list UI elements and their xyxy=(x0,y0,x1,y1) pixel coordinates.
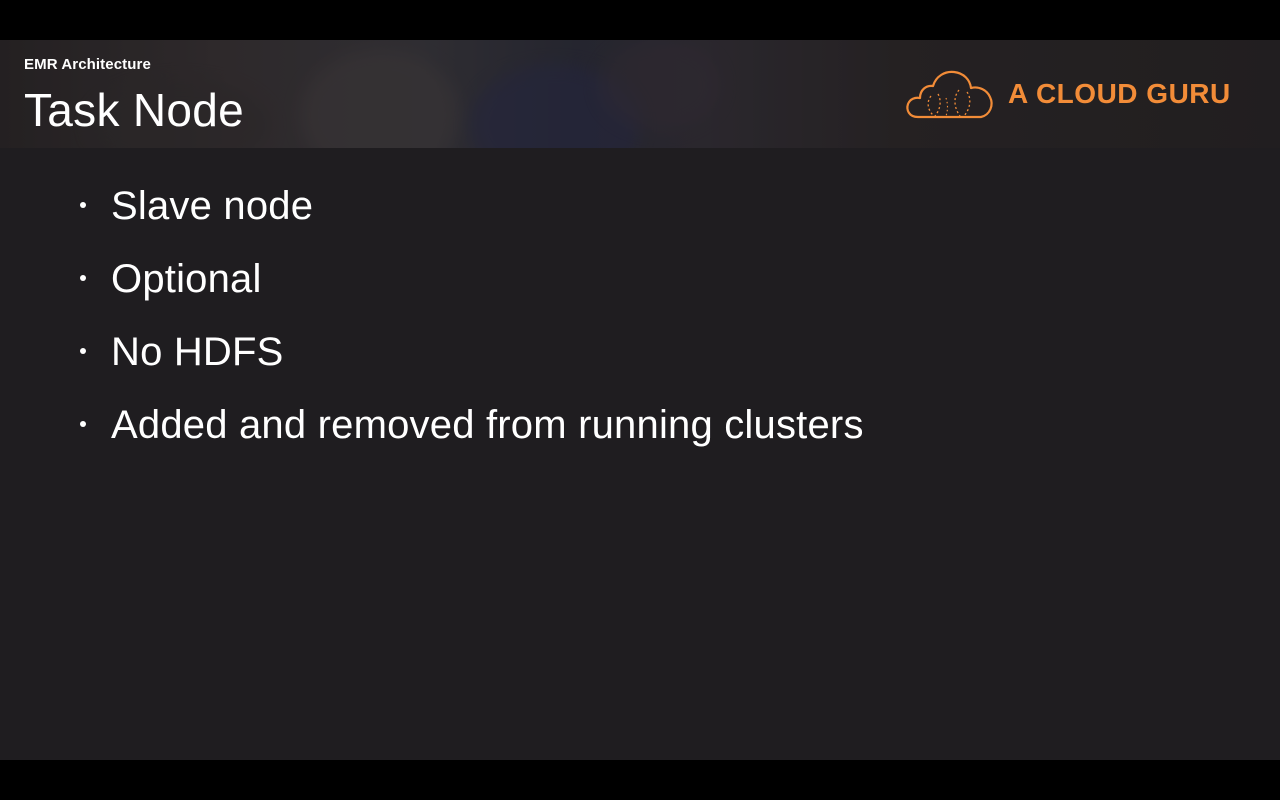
slide-header: EMR Architecture Task Node A CLOUD GURU xyxy=(0,40,1280,148)
brand-logo: A CLOUD GURU xyxy=(904,66,1231,122)
section-label: EMR Architecture xyxy=(24,56,151,73)
slide-title: Task Node xyxy=(24,84,245,136)
cloud-logo-icon xyxy=(906,70,993,119)
bullet-text: Optional xyxy=(111,257,262,301)
slide: EMR Architecture Task Node A CLOUD GURU … xyxy=(0,40,1280,760)
letterbox-top xyxy=(0,0,1280,40)
bullet-icon xyxy=(80,275,86,281)
bullet-icon xyxy=(80,348,86,354)
bullet-text: Added and removed from running clusters xyxy=(111,403,864,447)
bullet-icon xyxy=(80,421,86,427)
list-item: Added and removed from running clusters xyxy=(80,393,864,466)
letterbox-bottom xyxy=(0,760,1280,800)
bullet-icon xyxy=(80,202,86,208)
bullet-text: Slave node xyxy=(111,184,314,228)
list-item: Optional xyxy=(80,247,864,320)
list-item: Slave node xyxy=(80,174,864,247)
list-item: No HDFS xyxy=(80,320,864,393)
bullet-text: No HDFS xyxy=(111,330,284,374)
bullet-list: Slave node Optional No HDFS Added and re… xyxy=(80,174,864,466)
logo-text: A CLOUD GURU xyxy=(1008,78,1231,109)
